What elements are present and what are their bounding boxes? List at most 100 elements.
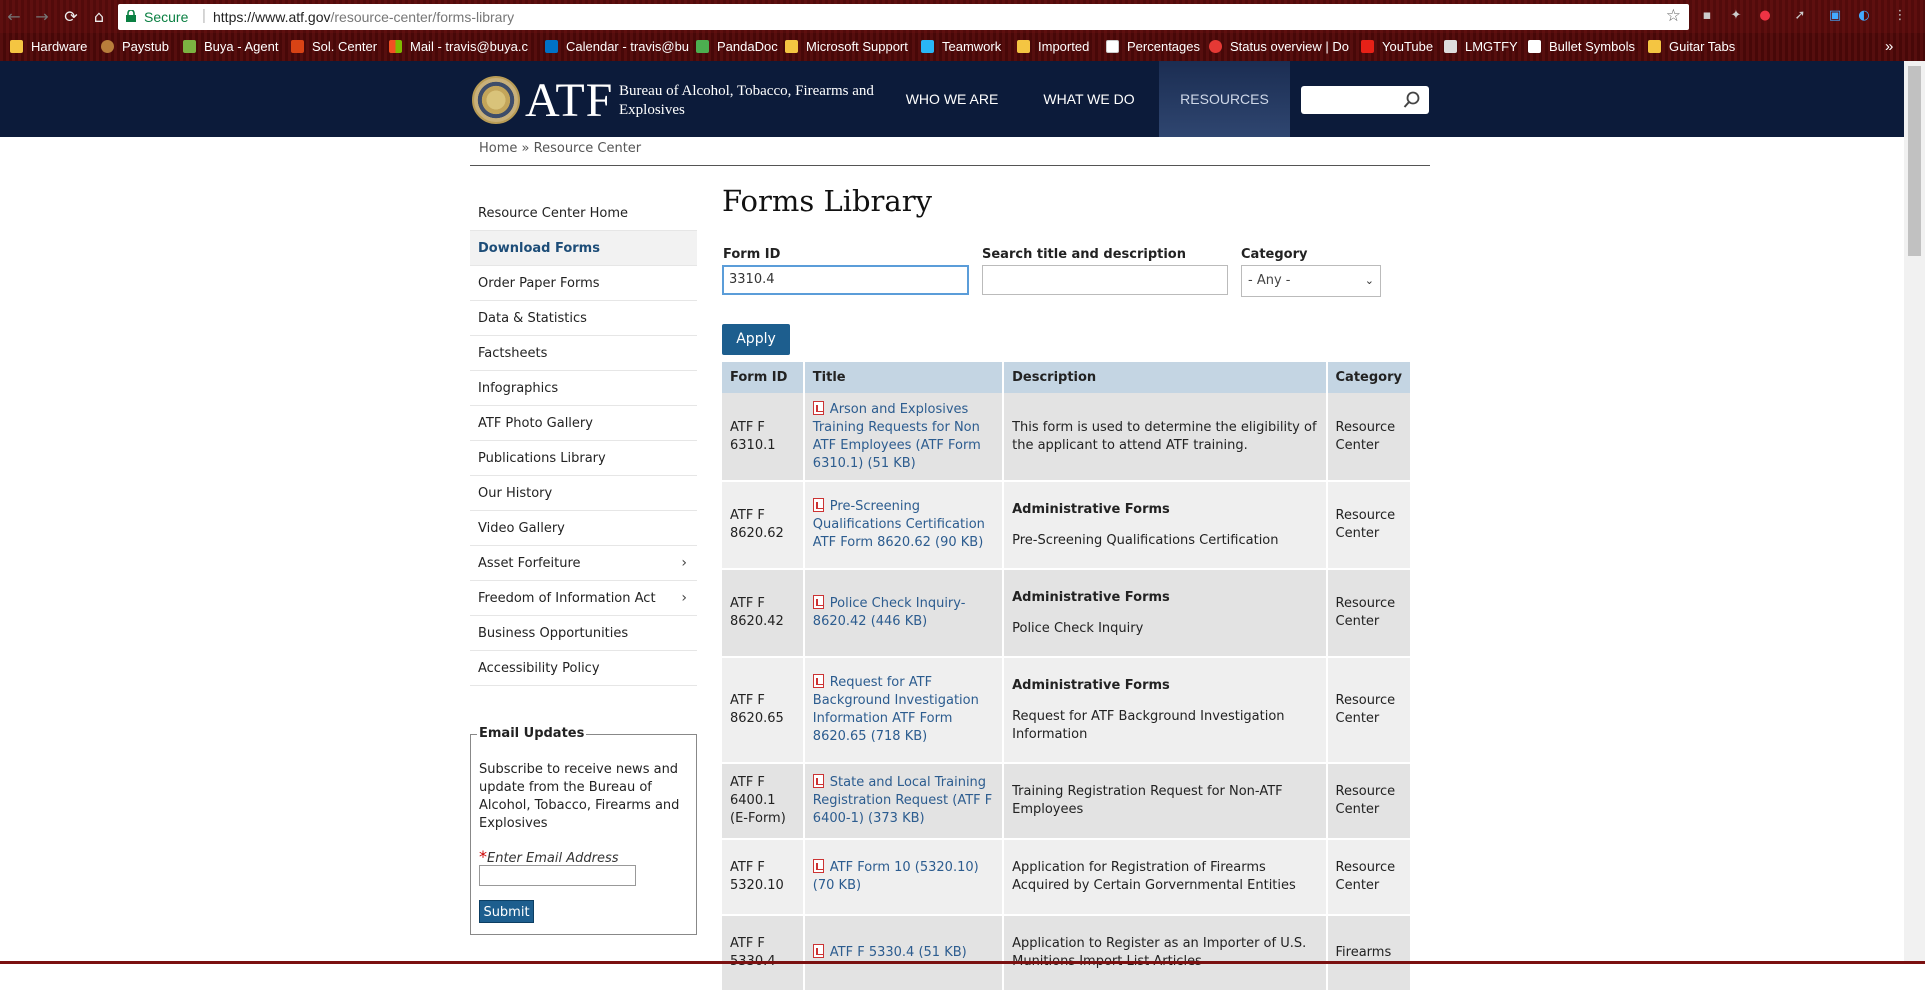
bookmark-hardware[interactable]: Hardware: [10, 38, 87, 56]
sidebar-item-photo-gallery[interactable]: ATF Photo Gallery: [470, 406, 697, 441]
site-search-input[interactable]: [1301, 86, 1429, 114]
category-select[interactable]: - Any - ⌄: [1241, 265, 1381, 297]
bookmark-teamwork[interactable]: Teamwork: [921, 38, 1001, 56]
category-cell: Firearms: [1326, 915, 1413, 992]
description-cell: Training Registration Request for Non-AT…: [1003, 763, 1328, 840]
secure-label: Secure: [144, 9, 189, 25]
category-cell: Resource Center: [1326, 839, 1413, 916]
sidebar-item-publications-library[interactable]: Publications Library: [470, 441, 697, 476]
sidebar-item-business-opportunities[interactable]: Business Opportunities: [470, 616, 697, 651]
sync-icon[interactable]: ◐: [1856, 8, 1872, 24]
bookmark-bullet-symbols[interactable]: Bullet Symbols: [1528, 38, 1635, 56]
scrollbar-thumb[interactable]: [1908, 66, 1921, 256]
forward-icon[interactable]: →: [32, 7, 52, 27]
sidebar-item-download-forms[interactable]: Download Forms: [470, 231, 697, 266]
address-bar[interactable]: Secure | https://www.atf.gov/resource-ce…: [118, 4, 1689, 30]
bookmark-lmgtfy[interactable]: LMGTFY: [1444, 38, 1518, 56]
bookmark-mail[interactable]: Mail - travis@buya.c: [389, 38, 528, 56]
sidebar-item-infographics[interactable]: Infographics: [470, 371, 697, 406]
form-id-cell: ATF F 8620.65: [722, 657, 805, 764]
chevron-right-icon[interactable]: ›: [681, 546, 687, 581]
table-row: ATF F 6310.1 Arson and Explosives Traini…: [722, 393, 1413, 482]
reload-icon[interactable]: ⟳: [61, 7, 81, 27]
sidebar-item-accessibility-policy[interactable]: Accessibility Policy: [470, 651, 697, 686]
required-marker: *: [479, 847, 487, 866]
search-title-input[interactable]: [982, 265, 1228, 295]
submit-button[interactable]: Submit: [479, 900, 534, 923]
bookmark-pandadoc[interactable]: PandaDoc: [696, 38, 778, 56]
description-cell: Application to Register as an Importer o…: [1003, 915, 1328, 992]
column-header-description[interactable]: Description: [1003, 362, 1328, 393]
bookmark-buya-agent[interactable]: Buya - Agent: [183, 38, 278, 56]
nav-who-we-are[interactable]: WHO WE ARE: [894, 61, 1010, 137]
table-row: ATF F 5320.10 ATF Form 10 (5320.10) (70 …: [722, 839, 1413, 916]
form-title-link[interactable]: State and Local Training Registration Re…: [803, 763, 1005, 840]
sidebar-item-video-gallery[interactable]: Video Gallery: [470, 511, 697, 546]
bookmark-imported[interactable]: Imported: [1017, 38, 1089, 56]
column-header-form-id[interactable]: Form ID: [722, 362, 805, 393]
back-icon[interactable]: ←: [4, 7, 24, 27]
form-title-link[interactable]: Arson and Explosives Training Requests f…: [803, 393, 1005, 482]
bookmark-calendar[interactable]: Calendar - travis@bu: [545, 38, 689, 56]
agent-icon: [183, 40, 196, 53]
menu-kebab-icon[interactable]: ⋮: [1892, 8, 1908, 24]
url-text[interactable]: https://www.atf.gov/resource-center/form…: [213, 9, 514, 25]
table-row: ATF F 8620.65 Request for ATF Background…: [722, 657, 1413, 764]
bookmark-youtube[interactable]: YouTube: [1361, 38, 1433, 56]
paystub-icon: [101, 40, 114, 53]
breadcrumb-home-link[interactable]: Home: [479, 141, 517, 156]
lastpass-icon[interactable]: ●: [1757, 8, 1773, 24]
bookmark-status-overview[interactable]: Status overview | Do: [1209, 38, 1349, 56]
bookmark-percentages[interactable]: Percentages: [1106, 38, 1200, 56]
sidebar-item-data-statistics[interactable]: Data & Statistics: [470, 301, 697, 336]
atf-seal-icon[interactable]: [472, 76, 520, 124]
category-cell: Resource Center: [1326, 481, 1413, 570]
nav-what-we-do[interactable]: WHAT WE DO: [1030, 61, 1148, 137]
folder-icon: [10, 40, 23, 53]
sidebar-item-resource-center-home[interactable]: Resource Center Home: [470, 196, 697, 231]
table-row: ATF F 8620.42 Police Check Inquiry-8620.…: [722, 569, 1413, 658]
search-icon[interactable]: [1403, 91, 1421, 109]
cursor-extension-icon[interactable]: ➚: [1792, 8, 1808, 24]
form-title-link[interactable]: Pre-Screening Qualifications Certificati…: [803, 481, 1005, 570]
lmgtfy-icon: [1444, 40, 1457, 53]
home-icon[interactable]: ⌂: [89, 7, 109, 27]
form-id-label: Form ID: [723, 247, 781, 262]
bookmarks-overflow-icon[interactable]: »: [1885, 38, 1893, 56]
bookmark-star-icon[interactable]: ☆: [1666, 6, 1681, 26]
nav-resources[interactable]: RESOURCES: [1159, 61, 1290, 137]
apply-button[interactable]: Apply: [722, 324, 790, 355]
sidebar-item-foia[interactable]: Freedom of Information Act ›: [470, 581, 697, 616]
form-title-link[interactable]: Request for ATF Background Investigation…: [803, 657, 1005, 764]
bookmark-guitar-tabs[interactable]: Guitar Tabs: [1648, 38, 1735, 56]
folder-icon: [1648, 40, 1661, 53]
description-cell: Administrative Forms Police Check Inquiry: [1003, 569, 1328, 658]
twitter-icon[interactable]: ✦: [1728, 8, 1744, 24]
sidebar-item-our-history[interactable]: Our History: [470, 476, 697, 511]
screenshot-icon[interactable]: ▣: [1827, 8, 1843, 24]
breadcrumb-divider: [470, 165, 1430, 166]
form-title-link[interactable]: ATF Form 10 (5320.10) (70 KB): [803, 839, 1005, 916]
bookmark-paystub[interactable]: Paystub: [101, 38, 169, 56]
form-title-link[interactable]: ATF F 5330.4 (51 KB): [803, 915, 1005, 992]
breadcrumb-current[interactable]: Resource Center: [534, 141, 642, 156]
chevron-right-icon[interactable]: ›: [681, 581, 687, 616]
breadcrumb: Home » Resource Center: [479, 141, 641, 156]
form-id-input[interactable]: 3310.4: [722, 265, 969, 295]
table-row: ATF F 5330.4 ATF F 5330.4 (51 KB) Applic…: [722, 915, 1413, 992]
folder-icon: [1017, 40, 1030, 53]
pdf-icon: [812, 774, 824, 788]
form-id-cell: ATF F 5320.10: [722, 839, 805, 916]
form-title-link[interactable]: Police Check Inquiry-8620.42 (446 KB): [803, 569, 1005, 658]
column-header-category[interactable]: Category: [1326, 362, 1413, 393]
b-icon: [291, 40, 304, 53]
email-field[interactable]: [479, 865, 636, 886]
sidebar-item-order-paper-forms[interactable]: Order Paper Forms: [470, 266, 697, 301]
sidebar-item-asset-forfeiture[interactable]: Asset Forfeiture ›: [470, 546, 697, 581]
bookmark-microsoft-support[interactable]: Microsoft Support: [785, 38, 908, 56]
bookmark-sol-center[interactable]: Sol. Center: [291, 38, 377, 56]
sidebar-item-factsheets[interactable]: Factsheets: [470, 336, 697, 371]
extension-icon[interactable]: ▪: [1699, 8, 1715, 24]
column-header-title[interactable]: Title: [803, 362, 1005, 393]
atf-logo[interactable]: ATF: [525, 73, 613, 128]
